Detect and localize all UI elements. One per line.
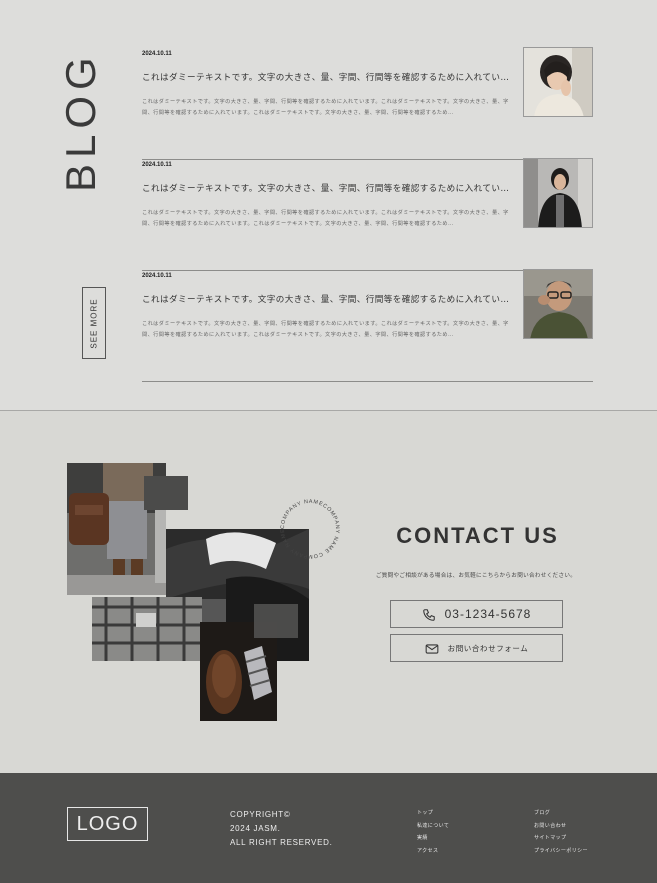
footer-link-privacy[interactable]: プライバシーポリシー [534, 845, 588, 858]
post-excerpt: これはダミーテキストです。文字の大きさ、量、字間、行間等を確認するために入れてい… [142, 210, 509, 227]
blog-post[interactable]: 2024.10.11 これはダミーテキストです。文字の大きさ、量、字間、行間等を… [142, 269, 593, 382]
svg-text:COMPANY NAMECOMPANY NAME COMPA: COMPANY NAMECOMPANY NAME COMPANY NAME [280, 499, 340, 559]
collage-block [144, 476, 188, 510]
circle-text: COMPANY NAMECOMPANY NAME COMPANY NAME [280, 499, 339, 559]
footer-link-top[interactable]: トップ [417, 807, 449, 820]
collage-photo-scarf [92, 597, 202, 661]
footer: LOGO COPYRIGHT© 2024 JASM. ALL RIGHT RES… [0, 773, 657, 883]
copyright-line: 2024 JASM. [230, 824, 281, 833]
footer-link-blog[interactable]: ブログ [534, 807, 588, 820]
post-title[interactable]: これはダミーテキストです。文字の大きさ、量、字間、行間等を確認するために入れてい… [142, 182, 514, 194]
contact-heading: CONTACT US [396, 523, 559, 548]
collage-block [254, 604, 298, 638]
footer-link-access[interactable]: アクセス [417, 845, 449, 858]
copyright: COPYRIGHT© 2024 JASM. ALL RIGHT RESERVED… [230, 808, 333, 850]
post-date: 2024.10.11 [142, 51, 172, 57]
footer-nav-col1: トップ 私達について 実績 アクセス [417, 807, 449, 857]
blog-post[interactable]: 2024.10.11 これはダミーテキストです。文字の大きさ、量、字間、行間等を… [142, 47, 593, 160]
company-name-circle: COMPANY NAMECOMPANY NAME COMPANY NAME [280, 499, 340, 559]
footer-link-contact[interactable]: お問い合わせ [534, 820, 588, 833]
contact-form-label: お問い合わせフォーム [447, 643, 529, 653]
footer-link-works[interactable]: 実績 [417, 832, 449, 845]
footer-logo[interactable]: LOGO [67, 807, 148, 841]
blog-section: BLOG SEE MORE 2024.10.11 これはダミーテキストです。文字… [0, 0, 657, 410]
footer-link-about[interactable]: 私達について [417, 820, 449, 833]
see-more-label: SEE MORE [89, 297, 99, 349]
phone-icon [422, 607, 436, 621]
see-more-button[interactable]: SEE MORE [82, 287, 106, 359]
contact-form-button[interactable]: お問い合わせフォーム [390, 634, 563, 662]
phone-button[interactable]: 03-1234-5678 [390, 600, 563, 628]
blog-heading: BLOG [57, 51, 104, 192]
contact-description: ご質問やご相談がある場合は、お気軽にこちらからお問い合わせください。 [375, 573, 577, 579]
post-excerpt: これはダミーテキストです。文字の大きさ、量、字間、行間等を確認するために入れてい… [142, 99, 509, 116]
copyright-line: ALL RIGHT RESERVED. [230, 838, 333, 847]
post-title[interactable]: これはダミーテキストです。文字の大きさ、量、字間、行間等を確認するために入れてい… [142, 293, 514, 305]
post-title[interactable]: これはダミーテキストです。文字の大きさ、量、字間、行間等を確認するために入れてい… [142, 71, 514, 83]
contact-section: COMPANY NAMECOMPANY NAME COMPANY NAME CO… [0, 411, 657, 773]
post-thumbnail[interactable] [523, 47, 593, 117]
mail-icon [425, 641, 439, 655]
post-thumbnail[interactable] [523, 158, 593, 228]
footer-nav-col2: ブログ お問い合わせ サイトマップ プライバシーポリシー [534, 807, 588, 857]
blog-post[interactable]: 2024.10.11 これはダミーテキストです。文字の大きさ、量、字間、行間等を… [142, 158, 593, 271]
post-thumbnail[interactable] [523, 269, 593, 339]
post-date: 2024.10.11 [142, 273, 172, 279]
copyright-line: COPYRIGHT© [230, 810, 291, 819]
phone-number: 03-1234-5678 [444, 607, 532, 621]
footer-link-sitemap[interactable]: サイトマップ [534, 832, 588, 845]
post-excerpt: これはダミーテキストです。文字の大きさ、量、字間、行間等を確認するために入れてい… [142, 321, 509, 338]
post-date: 2024.10.11 [142, 162, 172, 168]
